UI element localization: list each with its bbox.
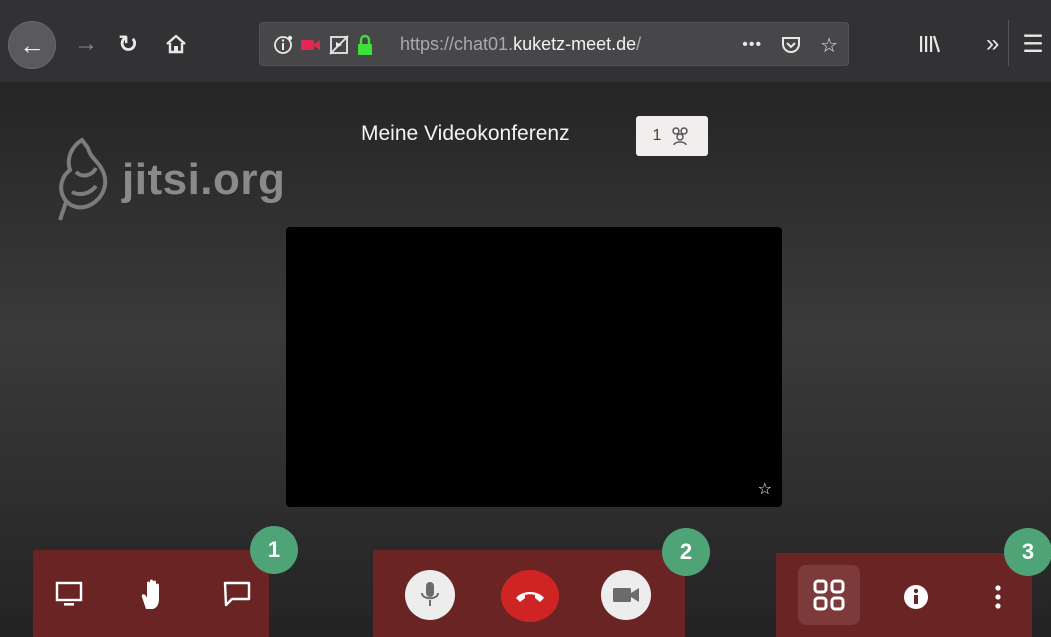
info-icon <box>904 585 928 609</box>
raise-hand-button[interactable] <box>133 572 173 616</box>
site-identity[interactable] <box>272 31 374 59</box>
url-prefix: https://chat01. <box>400 34 514 54</box>
camera-icon <box>613 588 639 602</box>
jitsi-logo[interactable]: jitsi.org <box>52 132 285 228</box>
camera-blocked-icon <box>301 40 320 50</box>
toolbar-right <box>776 553 1032 637</box>
info-button[interactable] <box>896 577 936 617</box>
marker-1: 1 <box>250 526 298 574</box>
page-actions-button[interactable]: ••• <box>742 36 762 54</box>
more-options-icon <box>995 585 1001 609</box>
marker-2: 2 <box>662 528 710 576</box>
library-icon[interactable] <box>918 33 942 55</box>
url-domain: kuketz-meet.de <box>513 34 637 54</box>
bookmark-star-icon[interactable]: ☆ <box>820 33 838 58</box>
participant-count-badge[interactable]: 1 <box>636 116 708 156</box>
info-circle-icon <box>274 35 293 54</box>
star-icon: ☆ <box>757 481 772 498</box>
url-text[interactable]: https://chat01.kuketz-meet.de/ <box>400 34 690 55</box>
url-suffix: / <box>636 34 642 54</box>
url-bar[interactable]: https://chat01.kuketz-meet.de/ ••• ☆ <box>259 22 849 66</box>
lock-icon <box>358 34 372 55</box>
raise-hand-icon <box>141 579 159 609</box>
more-options-button[interactable] <box>980 577 1016 617</box>
hamburger-icon: ☰ <box>1022 30 1044 58</box>
logo-text: jitsi.org <box>122 155 286 204</box>
toolbar-separator <box>1008 20 1009 66</box>
participants-icon <box>672 127 689 146</box>
url-actions: ••• ☆ <box>742 31 838 59</box>
participant-count: 1 <box>652 127 662 144</box>
reload-icon: ↻ <box>117 30 139 58</box>
overflow-menu-icon[interactable]: » <box>986 30 999 58</box>
arrow-right-icon: → <box>74 30 98 57</box>
hangup-icon <box>516 592 544 602</box>
reload-button[interactable]: ↻ <box>112 28 144 60</box>
tile-view-button[interactable] <box>798 565 860 625</box>
marker-3: 3 <box>1004 528 1051 576</box>
conference-title: Meine Videokonferenz <box>361 122 570 145</box>
back-button[interactable]: ← <box>8 21 56 69</box>
browser-toolbar: ← → ↻ https://chat01.kuketz-meet.de/ •••… <box>0 0 1051 82</box>
arrow-left-icon: ← <box>19 29 45 60</box>
screenshare-button[interactable] <box>49 574 89 614</box>
forward-button[interactable]: → <box>70 28 102 60</box>
browser-right-tools: » <box>900 26 999 62</box>
chat-icon <box>223 581 251 607</box>
screenshare-icon <box>55 581 83 606</box>
hamburger-menu-button[interactable]: ☰ <box>1018 26 1048 62</box>
chat-button[interactable] <box>217 574 257 614</box>
home-icon <box>166 34 186 54</box>
video-tile[interactable]: ☆ <box>286 227 782 507</box>
hangup-button[interactable] <box>501 570 559 622</box>
microphone-button[interactable] <box>405 570 455 620</box>
toolbar-left <box>33 550 269 637</box>
jitsi-mascot-icon <box>58 137 108 221</box>
autoplay-blocked-icon <box>329 35 349 55</box>
tile-view-icon <box>813 579 845 611</box>
toolbar-center <box>373 550 685 637</box>
camera-button[interactable] <box>601 570 651 620</box>
microphone-icon <box>421 582 439 606</box>
home-button[interactable] <box>160 28 192 60</box>
pocket-icon[interactable] <box>780 34 802 56</box>
